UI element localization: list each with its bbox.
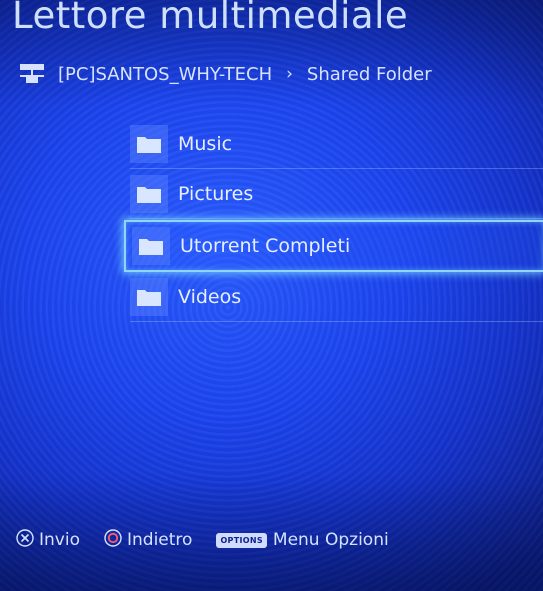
folder-item-music[interactable]: Music (130, 120, 543, 169)
folder-icon (130, 125, 168, 163)
folder-label: Pictures (178, 183, 254, 205)
hint-enter-label: Invio (39, 530, 80, 550)
button-hints: Invio Indietro OPTIONS Menu Opzioni (16, 528, 413, 552)
media-player-screen: Lettore multimediale [PC]SANTOS_WHY-TECH… (0, 0, 543, 591)
breadcrumb-folder: Shared Folder (306, 63, 432, 85)
page-title: Lettore multimediale (12, 0, 409, 37)
folder-icon (130, 278, 168, 316)
folder-icon (132, 227, 170, 265)
folder-icon (130, 175, 168, 213)
hint-back-label: Indietro (126, 530, 193, 550)
folder-label: Videos (178, 286, 242, 308)
hint-options-label: Menu Opzioni (272, 530, 389, 550)
breadcrumb-server[interactable]: [PC]SANTOS_WHY-TECH (58, 64, 272, 85)
folder-label: Utorrent Completi (180, 235, 351, 257)
hint-options[interactable]: OPTIONS Menu Opzioni (216, 530, 389, 550)
circle-button-icon (104, 528, 122, 552)
folder-label: Music (178, 133, 233, 155)
folder-list: Music Pictures Utorrent Completi Videos (124, 120, 543, 323)
folder-item-utorrent-completi[interactable]: Utorrent Completi (124, 220, 543, 272)
hint-back[interactable]: Indietro (104, 528, 193, 552)
breadcrumb-separator: › (286, 64, 293, 84)
hint-enter[interactable]: Invio (16, 528, 80, 552)
breadcrumb: [PC]SANTOS_WHY-TECH › Shared Folder (18, 60, 432, 88)
cross-button-icon (16, 528, 34, 552)
folder-item-videos[interactable]: Videos (130, 273, 543, 322)
folder-item-pictures[interactable]: Pictures (130, 170, 543, 219)
options-button-icon: OPTIONS (216, 532, 267, 548)
network-server-icon (18, 63, 46, 85)
